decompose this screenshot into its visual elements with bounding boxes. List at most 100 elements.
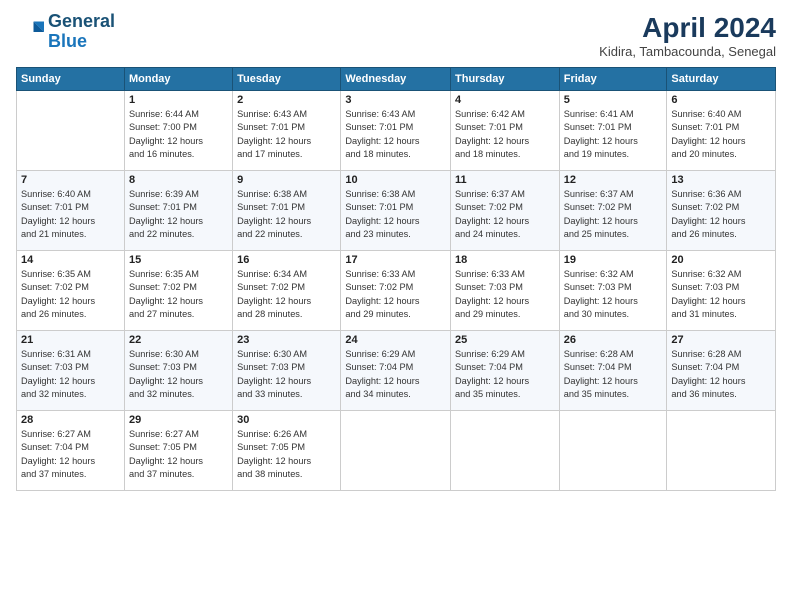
- logo-line2: Blue: [48, 31, 87, 51]
- col-thursday: Thursday: [451, 68, 560, 91]
- calendar-cell: 19Sunrise: 6:32 AM Sunset: 7:03 PM Dayli…: [559, 251, 667, 331]
- day-info: Sunrise: 6:34 AM Sunset: 7:02 PM Dayligh…: [237, 268, 336, 321]
- day-number: 25: [455, 334, 555, 346]
- day-info: Sunrise: 6:28 AM Sunset: 7:04 PM Dayligh…: [671, 348, 771, 401]
- calendar-cell: 10Sunrise: 6:38 AM Sunset: 7:01 PM Dayli…: [341, 171, 451, 251]
- calendar-cell: 20 Sunrise: 6:32 AM Sunset: 7:03 PM Dayli…: [667, 251, 776, 331]
- day-info: Sunrise: 6:37 AM Sunset: 7:02 PM Dayligh…: [455, 188, 555, 241]
- day-number: 29: [129, 414, 228, 426]
- col-tuesday: Tuesday: [233, 68, 341, 91]
- calendar-cell: 17 Sunrise: 6:33 AM Sunset: 7:02 PM Dayli…: [341, 251, 451, 331]
- day-info: Sunrise: 6:38 AM Sunset: 7:01 PM Dayligh…: [345, 188, 446, 241]
- day-info: Sunrise: 6:28 AM Sunset: 7:04 PM Dayligh…: [564, 348, 663, 401]
- calendar-cell: 6 Sunrise: 6:40 AM Sunset: 7:01 PM Daylig…: [667, 91, 776, 171]
- day-number: 14: [21, 254, 120, 266]
- title-area: April 2024 Kidira, Tambacounda, Senegal: [599, 12, 776, 59]
- location: Kidira, Tambacounda, Senegal: [599, 44, 776, 59]
- day-info: Sunrise: 6:36 AM Sunset: 7:02 PM Dayligh…: [671, 188, 771, 241]
- calendar-cell: [17, 91, 125, 171]
- calendar-cell: 26 Sunrise: 6:28 AM Sunset: 7:04 PM Dayli…: [559, 331, 667, 411]
- day-info: Sunrise: 6:29 AM Sunset: 7:04 PM Dayligh…: [455, 348, 555, 401]
- calendar-cell: 9Sunrise: 6:38 AM Sunset: 7:01 PM Daylig…: [233, 171, 341, 251]
- calendar-cell: 15 Sunrise: 6:35 AM Sunset: 7:02 PM Dayli…: [124, 251, 232, 331]
- calendar-cell: 23 Sunrise: 6:30 AM Sunset: 7:03 PM Dayli…: [233, 331, 341, 411]
- calendar-cell: 5 Sunrise: 6:41 AM Sunset: 7:01 PM Daylig…: [559, 91, 667, 171]
- day-number: 18: [455, 254, 555, 266]
- week-row-4: 21 Sunrise: 6:31 AM Sunset: 7:03 PM Dayli…: [17, 331, 776, 411]
- day-number: 21: [21, 334, 120, 346]
- week-row-3: 14 Sunrise: 6:35 AM Sunset: 7:02 PM Dayli…: [17, 251, 776, 331]
- col-wednesday: Wednesday: [341, 68, 451, 91]
- calendar-cell: 11 Sunrise: 6:37 AM Sunset: 7:02 PM Dayli…: [451, 171, 560, 251]
- week-row-5: 28 Sunrise: 6:27 AM Sunset: 7:04 PM Dayli…: [17, 411, 776, 491]
- day-number: 28: [21, 414, 120, 426]
- day-number: 24: [345, 334, 446, 346]
- day-number: 23: [237, 334, 336, 346]
- day-number: 22: [129, 334, 228, 346]
- calendar-cell: 28 Sunrise: 6:27 AM Sunset: 7:04 PM Dayli…: [17, 411, 125, 491]
- day-info: Sunrise: 6:32 AM Sunset: 7:03 PM Dayligh…: [671, 268, 771, 321]
- day-number: 26: [564, 334, 663, 346]
- column-headers: Sunday Monday Tuesday Wednesday Thursday…: [17, 68, 776, 91]
- day-info: Sunrise: 6:38 AM Sunset: 7:01 PM Dayligh…: [237, 188, 336, 241]
- calendar-cell: 24 Sunrise: 6:29 AM Sunset: 7:04 PM Dayli…: [341, 331, 451, 411]
- day-number: 1: [129, 94, 228, 106]
- day-info: Sunrise: 6:29 AM Sunset: 7:04 PM Dayligh…: [345, 348, 446, 401]
- day-info: Sunrise: 6:33 AM Sunset: 7:03 PM Dayligh…: [455, 268, 555, 321]
- day-info: Sunrise: 6:42 AM Sunset: 7:01 PM Dayligh…: [455, 108, 555, 161]
- calendar-cell: 30Sunrise: 6:26 AM Sunset: 7:05 PM Dayli…: [233, 411, 341, 491]
- calendar-cell: [559, 411, 667, 491]
- col-monday: Monday: [124, 68, 232, 91]
- day-number: 16: [237, 254, 336, 266]
- calendar-cell: [667, 411, 776, 491]
- day-number: 3: [345, 94, 446, 106]
- day-number: 30: [237, 414, 336, 426]
- calendar-cell: 25 Sunrise: 6:29 AM Sunset: 7:04 PM Dayli…: [451, 331, 560, 411]
- day-info: Sunrise: 6:43 AM Sunset: 7:01 PM Dayligh…: [237, 108, 336, 161]
- day-info: Sunrise: 6:30 AM Sunset: 7:03 PM Dayligh…: [129, 348, 228, 401]
- calendar-cell: 14 Sunrise: 6:35 AM Sunset: 7:02 PM Dayli…: [17, 251, 125, 331]
- day-number: 17: [345, 254, 446, 266]
- calendar-cell: 16 Sunrise: 6:34 AM Sunset: 7:02 PM Dayli…: [233, 251, 341, 331]
- page: General Blue April 2024 Kidira, Tambacou…: [0, 0, 792, 612]
- day-number: 6: [671, 94, 771, 106]
- day-number: 8: [129, 174, 228, 186]
- day-info: Sunrise: 6:27 AM Sunset: 7:05 PM Dayligh…: [129, 428, 228, 481]
- day-info: Sunrise: 6:37 AM Sunset: 7:02 PM Dayligh…: [564, 188, 663, 241]
- day-info: Sunrise: 6:30 AM Sunset: 7:03 PM Dayligh…: [237, 348, 336, 401]
- day-number: 7: [21, 174, 120, 186]
- day-info: Sunrise: 6:33 AM Sunset: 7:02 PM Dayligh…: [345, 268, 446, 321]
- week-row-1: 1Sunrise: 6:44 AM Sunset: 7:00 PM Daylig…: [17, 91, 776, 171]
- logo-line1: General: [48, 11, 115, 31]
- logo-text: General Blue: [48, 12, 115, 52]
- calendar-cell: [341, 411, 451, 491]
- logo-icon: [16, 18, 44, 46]
- calendar-cell: 29 Sunrise: 6:27 AM Sunset: 7:05 PM Dayli…: [124, 411, 232, 491]
- calendar-cell: [451, 411, 560, 491]
- day-info: Sunrise: 6:40 AM Sunset: 7:01 PM Dayligh…: [671, 108, 771, 161]
- day-number: 27: [671, 334, 771, 346]
- day-info: Sunrise: 6:41 AM Sunset: 7:01 PM Dayligh…: [564, 108, 663, 161]
- day-number: 5: [564, 94, 663, 106]
- calendar-table: Sunday Monday Tuesday Wednesday Thursday…: [16, 67, 776, 491]
- day-number: 20: [671, 254, 771, 266]
- calendar-cell: 12Sunrise: 6:37 AM Sunset: 7:02 PM Dayli…: [559, 171, 667, 251]
- day-info: Sunrise: 6:35 AM Sunset: 7:02 PM Dayligh…: [21, 268, 120, 321]
- calendar-cell: 27 Sunrise: 6:28 AM Sunset: 7:04 PM Dayli…: [667, 331, 776, 411]
- day-number: 15: [129, 254, 228, 266]
- logo: General Blue: [16, 12, 115, 52]
- day-number: 11: [455, 174, 555, 186]
- day-info: Sunrise: 6:27 AM Sunset: 7:04 PM Dayligh…: [21, 428, 120, 481]
- day-info: Sunrise: 6:35 AM Sunset: 7:02 PM Dayligh…: [129, 268, 228, 321]
- day-info: Sunrise: 6:31 AM Sunset: 7:03 PM Dayligh…: [21, 348, 120, 401]
- col-friday: Friday: [559, 68, 667, 91]
- calendar-cell: 1Sunrise: 6:44 AM Sunset: 7:00 PM Daylig…: [124, 91, 232, 171]
- col-saturday: Saturday: [667, 68, 776, 91]
- day-info: Sunrise: 6:40 AM Sunset: 7:01 PM Dayligh…: [21, 188, 120, 241]
- calendar-cell: 21 Sunrise: 6:31 AM Sunset: 7:03 PM Dayli…: [17, 331, 125, 411]
- day-number: 2: [237, 94, 336, 106]
- calendar-cell: 13 Sunrise: 6:36 AM Sunset: 7:02 PM Dayli…: [667, 171, 776, 251]
- col-sunday: Sunday: [17, 68, 125, 91]
- day-info: Sunrise: 6:39 AM Sunset: 7:01 PM Dayligh…: [129, 188, 228, 241]
- day-number: 13: [671, 174, 771, 186]
